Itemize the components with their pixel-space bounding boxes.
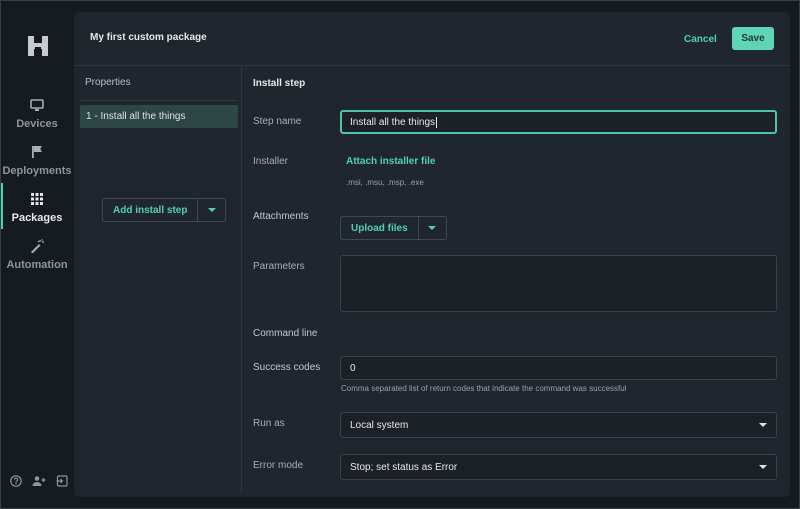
step-name-label: Step name (253, 116, 302, 127)
add-step-dropdown-toggle[interactable] (198, 199, 225, 221)
left-nav: Devices Deployments Packages Automation (1, 1, 73, 508)
card-header: My first custom package Cancel Save (74, 12, 790, 66)
add-install-step-split-button: Add install step (102, 198, 227, 222)
upload-dropdown-toggle[interactable] (419, 217, 446, 239)
nav-item-label: Automation (6, 259, 68, 271)
properties-panel: Properties 1 - Install all the things Ad… (74, 66, 242, 493)
error-mode-select[interactable]: Stop; set status as Error (340, 454, 777, 480)
properties-title: Properties (85, 77, 131, 88)
magic-wand-icon (29, 238, 45, 254)
nav-item-packages[interactable]: Packages (1, 183, 73, 233)
attach-installer-link[interactable]: Attach installer file (346, 156, 435, 167)
text-cursor (436, 116, 438, 128)
chevron-down-icon (759, 465, 767, 469)
divider (80, 100, 238, 101)
error-mode-label: Error mode (253, 460, 304, 471)
upload-files-button[interactable]: Upload files (341, 217, 419, 239)
nav-item-deployments[interactable]: Deployments (1, 142, 73, 186)
form-title: Install step (253, 78, 306, 89)
package-editor-card: My first custom package Cancel Save Prop… (74, 12, 790, 497)
monitor-icon (29, 97, 45, 113)
help-icon[interactable] (9, 474, 23, 488)
success-codes-hint: Comma separated list of return codes tha… (341, 384, 627, 393)
step-name-value: Install all the things (350, 116, 436, 128)
save-button[interactable]: Save (732, 27, 774, 50)
parameters-label: Parameters (253, 261, 305, 272)
error-mode-value: Stop; set status as Error (350, 461, 458, 473)
nav-item-label: Devices (16, 118, 58, 130)
install-step-form: Install step Step name Install all the t… (242, 66, 790, 493)
chevron-down-icon (428, 226, 437, 230)
success-codes-label: Success codes (253, 362, 321, 373)
run-as-label: Run as (253, 418, 285, 429)
upload-files-split-button: Upload files (340, 216, 447, 240)
nav-item-devices[interactable]: Devices (1, 95, 73, 139)
nav-bottom-actions (9, 474, 69, 488)
cancel-button[interactable]: Cancel (678, 28, 723, 50)
grid-icon (29, 191, 45, 207)
add-user-icon[interactable] (32, 474, 46, 488)
run-as-select[interactable]: Local system (340, 412, 777, 438)
nav-item-label: Packages (11, 212, 63, 224)
parameters-textarea[interactable] (340, 255, 777, 312)
nav-item-automation[interactable]: Automation (1, 236, 73, 280)
step-name-input[interactable]: Install all the things (340, 110, 777, 134)
sign-out-icon[interactable] (55, 474, 69, 488)
success-codes-input[interactable]: 0 (340, 356, 777, 380)
chevron-down-icon (207, 208, 216, 212)
installer-extensions-hint: .msi, .msu, .msp, .exe (346, 178, 424, 187)
add-install-step-button[interactable]: Add install step (103, 199, 199, 221)
chevron-down-icon (759, 423, 767, 427)
installer-label: Installer (253, 156, 289, 167)
nav-item-label: Deployments (2, 165, 72, 177)
attachments-label: Attachments (253, 211, 309, 222)
flag-icon (29, 144, 45, 160)
success-codes-value: 0 (350, 362, 356, 374)
app-logo-icon[interactable] (26, 34, 50, 58)
run-as-value: Local system (350, 419, 409, 431)
command-line-label: Command line (253, 328, 318, 339)
install-step-list-item[interactable]: 1 - Install all the things (80, 105, 238, 128)
page-title: My first custom package (90, 32, 207, 43)
